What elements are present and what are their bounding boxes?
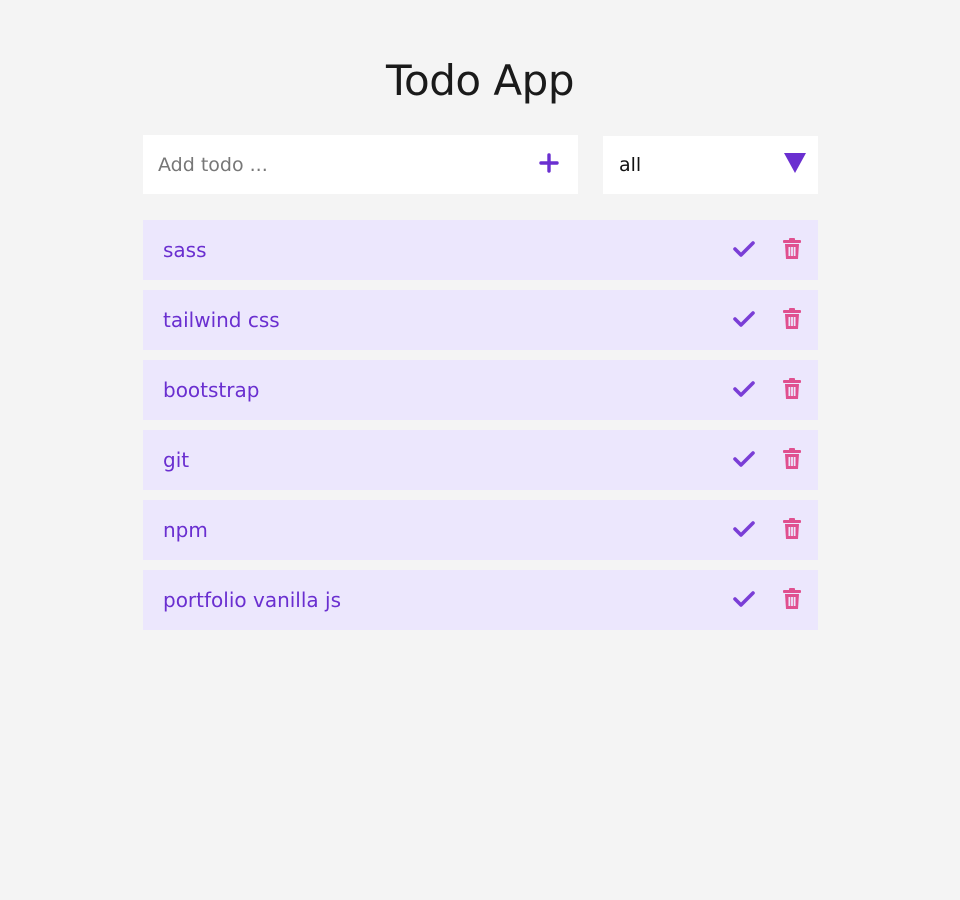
delete-button[interactable] — [768, 360, 816, 420]
complete-button[interactable] — [720, 220, 768, 280]
check-icon — [733, 520, 755, 541]
filter-selected-value: all — [619, 154, 642, 176]
delete-button[interactable] — [768, 290, 816, 350]
complete-button[interactable] — [720, 360, 768, 420]
check-icon — [733, 240, 755, 261]
todo-text: git — [163, 448, 190, 472]
trash-icon — [783, 377, 801, 403]
check-icon — [733, 590, 755, 611]
todo-text: sass — [163, 238, 207, 262]
todo-text: portfolio vanilla js — [163, 588, 342, 612]
add-todo-input[interactable] — [143, 135, 520, 194]
todo-text: tailwind css — [163, 308, 280, 332]
complete-button[interactable] — [720, 290, 768, 350]
trash-icon — [783, 587, 801, 613]
filter-select[interactable]: all — [603, 136, 818, 194]
todo-item: sass — [143, 220, 818, 280]
todo-item: portfolio vanilla js — [143, 570, 818, 630]
check-icon — [733, 310, 755, 331]
todo-item: npm — [143, 500, 818, 560]
check-icon — [733, 450, 755, 471]
add-todo-button[interactable] — [520, 135, 578, 194]
todo-item: tailwind css — [143, 290, 818, 350]
todo-app: Todo App all sass tailwind css — [0, 0, 960, 900]
check-icon — [733, 380, 755, 401]
page-title: Todo App — [386, 56, 574, 105]
todo-item: git — [143, 430, 818, 490]
triangle-down-icon — [784, 152, 806, 178]
complete-button[interactable] — [720, 570, 768, 630]
trash-icon — [783, 237, 801, 263]
delete-button[interactable] — [768, 500, 816, 560]
complete-button[interactable] — [720, 430, 768, 490]
delete-button[interactable] — [768, 430, 816, 490]
delete-button[interactable] — [768, 220, 816, 280]
trash-icon — [783, 307, 801, 333]
todo-item: bootstrap — [143, 360, 818, 420]
trash-icon — [783, 447, 801, 473]
add-todo-form — [143, 135, 578, 194]
todo-text: npm — [163, 518, 208, 542]
todo-list: sass tailwind css bootstrap git npm port… — [143, 220, 818, 640]
todo-text: bootstrap — [163, 378, 260, 402]
trash-icon — [783, 517, 801, 543]
plus-icon — [539, 153, 559, 176]
complete-button[interactable] — [720, 500, 768, 560]
delete-button[interactable] — [768, 570, 816, 630]
